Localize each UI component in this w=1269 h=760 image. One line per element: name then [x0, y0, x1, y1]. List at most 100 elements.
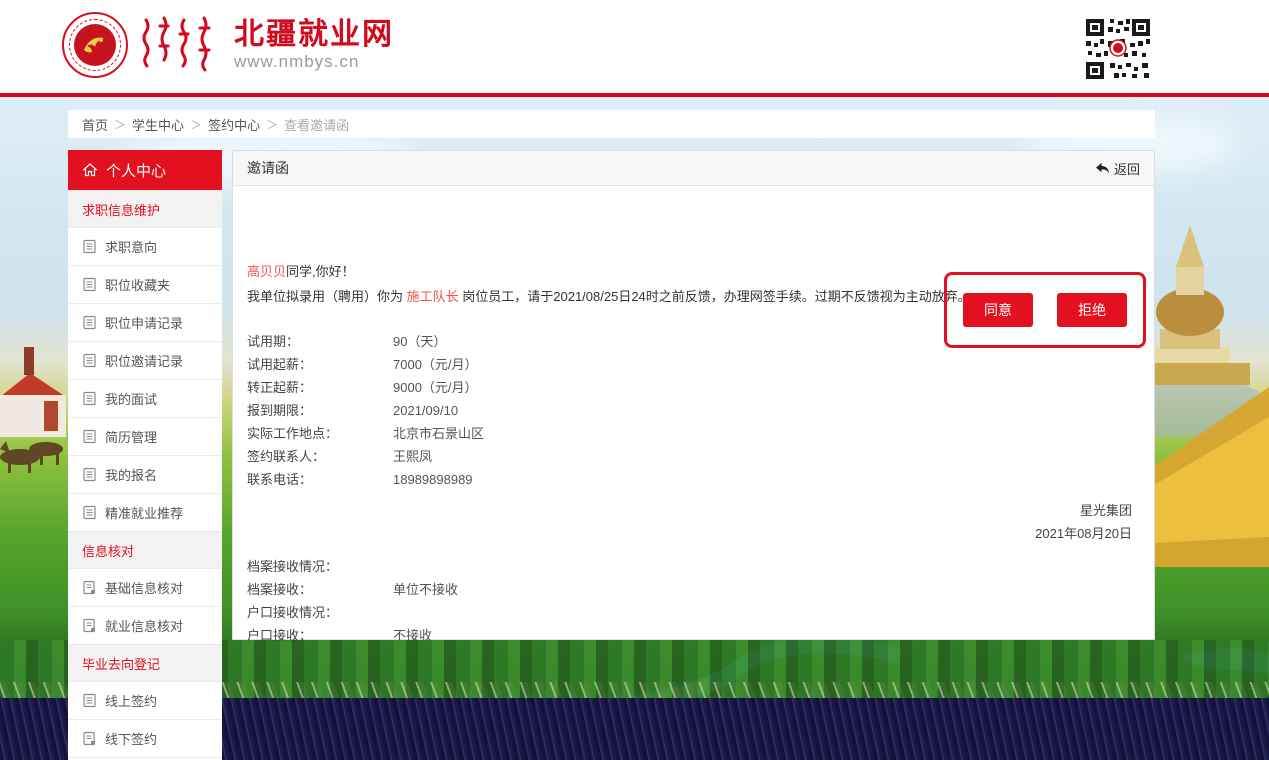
student-name-link[interactable]: 高贝贝: [247, 264, 286, 279]
field-label: 试用起薪：: [247, 353, 393, 376]
field-value: 2021/09/10: [393, 399, 458, 422]
field-label: 签约联系人：: [247, 445, 393, 468]
field-label: 户口接收：: [247, 624, 393, 647]
field-label: 档案接收情况：: [247, 555, 393, 578]
field-household-status-header: 户口接收情况：: [247, 601, 1136, 624]
breadcrumb-separator: ＞: [114, 116, 126, 133]
breadcrumb: 首页 ＞ 学生中心 ＞ 签约中心 ＞ 查看邀请函: [68, 110, 1155, 138]
body-suffix: 岗位员工，请于2021/08/25日24时之前反馈，办理网签手续。过期不反馈视为…: [459, 289, 971, 304]
site-emblem-icon: [62, 12, 128, 78]
field-label: 转正起薪：: [247, 376, 393, 399]
field-value: 单位不接收: [393, 578, 458, 601]
invitation-date: 2021年08月20日: [247, 522, 1132, 545]
sidebar-section-info-check: 信息核对: [68, 531, 222, 568]
field-archive-reception: 档案接收： 单位不接收: [247, 578, 1136, 601]
sidebar-item-job-favorites[interactable]: 职位收藏夹: [68, 265, 222, 303]
breadcrumb-sign-center[interactable]: 签约中心: [208, 115, 260, 134]
sidebar-item-precise-recommendation[interactable]: 精准就业推荐: [68, 493, 222, 531]
horses-shape: [0, 441, 63, 473]
sidebar-item-label: 基础信息核对: [105, 578, 183, 597]
field-value: 王熙凤: [393, 445, 432, 468]
phoenix-horse-icon: [80, 30, 110, 60]
site-name: 北疆就业网: [234, 18, 394, 51]
sidebar-item-resume-management[interactable]: 简历管理: [68, 417, 222, 455]
position-link[interactable]: 施工队长: [407, 289, 459, 304]
sidebar-item-online-signing[interactable]: 线上签约: [68, 681, 222, 719]
sidebar-item-my-registration[interactable]: 我的报名: [68, 455, 222, 493]
sidebar-item-label: 职位收藏夹: [105, 275, 170, 294]
sidebar-item-invitation-records[interactable]: 职位邀请记录: [68, 341, 222, 379]
document-edit-icon: [82, 618, 97, 633]
document-icon: [82, 467, 97, 482]
offer-details: 试用期： 90（天） 试用起薪： 7000（元/月） 转正起薪： 9000（元/…: [247, 330, 1136, 491]
sidebar-item-label: 职位邀请记录: [105, 351, 183, 370]
sidebar-item-basic-info-check[interactable]: 基础信息核对: [68, 568, 222, 606]
sidebar-item-job-intention[interactable]: 求职意向: [68, 227, 222, 265]
sidebar-item-application-records[interactable]: 职位申请记录: [68, 303, 222, 341]
sidebar-item-offline-signing[interactable]: 线下签约: [68, 719, 222, 757]
field-label: 联系电话：: [247, 468, 393, 491]
site-header: 北疆就业网 www.nmbys.cn: [0, 0, 1269, 93]
panel-header: 邀请函 返回: [233, 151, 1154, 186]
stupa-shape: [1140, 225, 1250, 385]
qr-code: [1084, 17, 1152, 81]
document-edit-icon: [82, 580, 97, 595]
sidebar-item-my-interviews[interactable]: 我的面试: [68, 379, 222, 417]
document-icon: [82, 353, 97, 368]
site-logo[interactable]: 北疆就业网 www.nmbys.cn: [62, 12, 394, 78]
document-icon: [82, 277, 97, 292]
agree-button[interactable]: 同意: [963, 293, 1033, 327]
action-highlight-box: 同意 拒绝: [944, 272, 1146, 348]
back-label: 返回: [1114, 159, 1140, 178]
field-value: 北京市石景山区: [393, 422, 484, 445]
breadcrumb-home[interactable]: 首页: [82, 115, 108, 134]
sidebar: 个人中心 求职信息维护 求职意向 职位收藏夹 职位申请记录 职位邀请记录: [68, 150, 222, 760]
field-value: 9000（元/月）: [393, 376, 478, 399]
mongolian-script: [138, 16, 224, 74]
field-label: 户口接收情况：: [247, 601, 393, 624]
document-icon: [82, 239, 97, 254]
sidebar-section-graduation-registration: 毕业去向登记: [68, 644, 222, 681]
signature-block: 星光集团 2021年08月20日: [247, 499, 1136, 545]
sidebar-item-label: 线上签约: [105, 691, 157, 710]
section-label: 信息核对: [82, 541, 134, 560]
document-icon: [82, 391, 97, 406]
section-label: 毕业去向登记: [82, 654, 160, 673]
header-divider: [0, 93, 1269, 97]
back-button[interactable]: 返回: [1095, 159, 1140, 178]
panel-body: 同意 拒绝 高贝贝同学,你好！ 我单位拟录用（聘用）你为 施工队长 岗位员工，请…: [233, 262, 1154, 647]
sidebar-item-personal-center[interactable]: 个人中心: [68, 150, 222, 190]
field-contact-phone: 联系电话： 18989898989: [247, 468, 1136, 491]
document-icon: [82, 693, 97, 708]
field-value: 7000（元/月）: [393, 353, 478, 376]
section-label: 求职信息维护: [82, 200, 160, 219]
field-report-deadline: 报到期限： 2021/09/10: [247, 399, 1136, 422]
archive-household-details: 档案接收情况： 档案接收： 单位不接收 户口接收情况： 户口接收： 不接收: [247, 555, 1136, 647]
reject-button[interactable]: 拒绝: [1057, 293, 1127, 327]
sidebar-item-employment-info-check[interactable]: 就业信息核对: [68, 606, 222, 644]
sidebar-item-label: 精准就业推荐: [105, 503, 183, 522]
breadcrumb-current-page: 查看邀请函: [284, 115, 349, 134]
field-label: 实际工作地点：: [247, 422, 393, 445]
field-archive-status-header: 档案接收情况：: [247, 555, 1136, 578]
panel-title: 邀请函: [247, 158, 289, 178]
body-prefix: 我单位拟录用（聘用）你为: [247, 289, 407, 304]
field-label: 档案接收：: [247, 578, 393, 601]
field-work-location: 实际工作地点： 北京市石景山区: [247, 422, 1136, 445]
sidebar-item-label: 就业信息核对: [105, 616, 183, 635]
field-value: 90（天）: [393, 330, 446, 353]
document-edit-icon: [82, 731, 97, 746]
invitation-panel: 邀请函 返回 同意 拒绝 高贝贝同学,你好！ 我单位拟录用（聘用）你为: [232, 150, 1155, 640]
site-url: www.nmbys.cn: [234, 53, 394, 72]
breadcrumb-student-center[interactable]: 学生中心: [132, 115, 184, 134]
yurt-shape: [0, 347, 66, 437]
breadcrumb-separator: ＞: [266, 116, 278, 133]
field-household-reception: 户口接收： 不接收: [247, 624, 1136, 647]
document-icon: [82, 315, 97, 330]
field-regular-salary: 转正起薪： 9000（元/月）: [247, 376, 1136, 399]
home-icon: [82, 162, 98, 178]
document-icon: [82, 505, 97, 520]
sidebar-item-label: 我的报名: [105, 465, 157, 484]
field-value: 不接收: [393, 624, 432, 647]
field-value: 18989898989: [393, 468, 473, 491]
